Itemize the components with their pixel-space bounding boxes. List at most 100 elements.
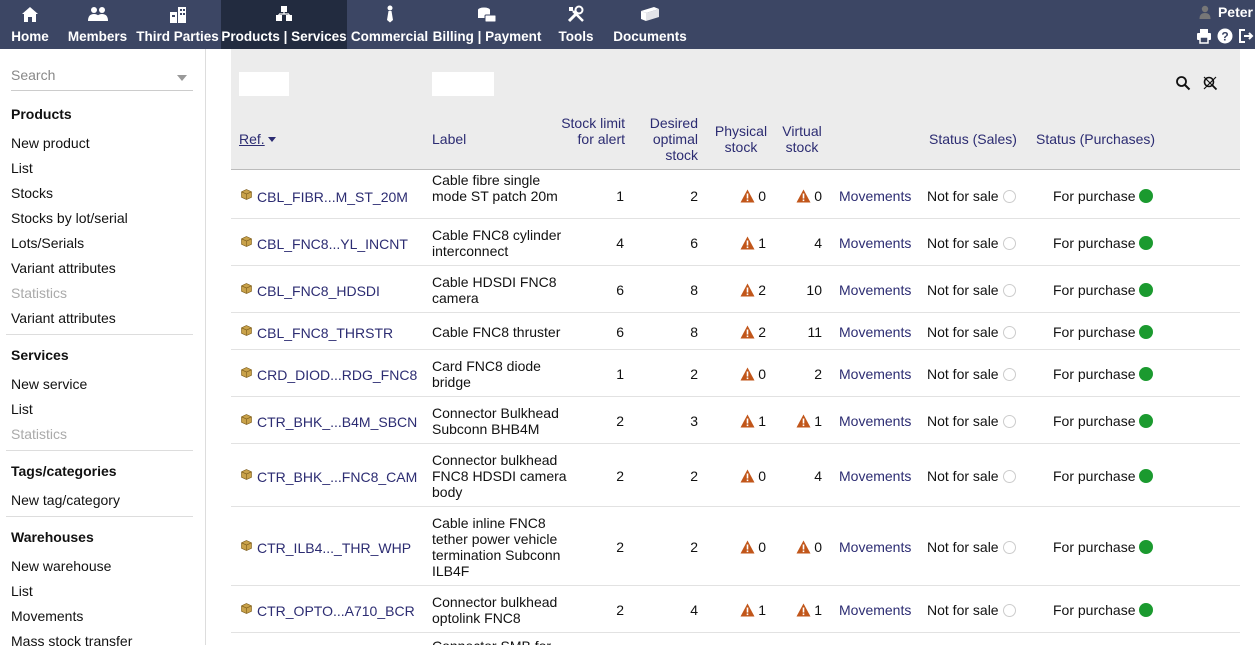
status-on-icon[interactable] <box>1139 366 1154 381</box>
status-on-icon[interactable] <box>1139 188 1154 203</box>
movements-link[interactable]: Movements <box>839 188 911 204</box>
movements-link[interactable]: Movements <box>839 235 911 251</box>
label-column-header[interactable]: Label <box>432 131 466 147</box>
menu-item-list[interactable]: List <box>11 160 33 176</box>
status-sales-text: Not for sale <box>927 365 999 382</box>
table-row: CBL_FIBR...M_ST_20M Cable fibre single mo… <box>231 172 1240 219</box>
movements-link[interactable]: Movements <box>839 282 911 298</box>
menu-item-stocks-by-lot-serial[interactable]: Stocks by lot/serial <box>11 210 128 226</box>
nav-item-tools[interactable]: Tools <box>542 0 610 49</box>
label-filter-input[interactable] <box>432 72 494 96</box>
product-ref-link[interactable]: CRD_DIOD...RDG_FNC8 <box>257 367 417 383</box>
menu-section-products[interactable]: Products <box>11 106 72 122</box>
product-ref-link[interactable]: CTR_OPTO...A710_BCR <box>257 603 415 619</box>
menu-section-tags-categories[interactable]: Tags/categories <box>11 463 117 479</box>
product-ref-link[interactable]: CBL_FNC8_THRSTR <box>257 325 393 341</box>
menu-section-services[interactable]: Services <box>11 347 69 363</box>
product-ref-link[interactable]: CTR_BHK_...FNC8_CAM <box>257 469 417 485</box>
product-cube-icon <box>241 467 252 480</box>
status-on-icon[interactable] <box>1139 468 1154 483</box>
clear-filter-icon[interactable] <box>1202 75 1218 91</box>
status-off-icon[interactable] <box>1002 603 1016 617</box>
menu-item-list[interactable]: List <box>11 401 33 417</box>
product-ref-link[interactable]: CBL_FNC8...YL_INCNT <box>257 236 408 252</box>
status-off-icon[interactable] <box>1002 469 1016 483</box>
warning-icon <box>740 325 755 342</box>
stock-limit-column-header[interactable]: Stock limit for alert <box>561 115 625 147</box>
nav-item-third-parties[interactable]: Third Parties <box>135 0 220 49</box>
menu-item-new-product[interactable]: New product <box>11 135 90 151</box>
physical-stock-column-header[interactable]: Physical stock <box>709 123 773 155</box>
menu-item-new-tag-category[interactable]: New tag/category <box>11 492 120 508</box>
nav-item-label: Commercial <box>350 29 429 44</box>
chevron-down-icon[interactable] <box>177 75 187 81</box>
status-off-icon[interactable] <box>1002 189 1016 203</box>
print-icon[interactable] <box>1196 28 1212 44</box>
status-on-icon[interactable] <box>1139 235 1154 250</box>
movements-link[interactable]: Movements <box>839 539 911 555</box>
virtual-stock-cell: 10 <box>766 282 822 298</box>
status-on-icon[interactable] <box>1139 413 1154 428</box>
product-ref-link[interactable]: CTR_BHK_...B4M_SBCN <box>257 414 417 430</box>
menu-item-lots-serials[interactable]: Lots/Serials <box>11 235 84 251</box>
menu-section-warehouses[interactable]: Warehouses <box>11 529 94 545</box>
sort-desc-icon[interactable] <box>267 137 276 142</box>
nav-item-documents[interactable]: Documents <box>610 0 690 49</box>
menu-item-variant-attributes[interactable]: Variant attributes <box>11 310 116 326</box>
table-row: CTR_BHK_...B4M_SBCN Connector Bulkhead Su… <box>231 397 1240 444</box>
physical-stock-cell: 1 <box>709 235 766 253</box>
menu-item-variant-attributes[interactable]: Variant attributes <box>11 260 116 276</box>
desired-stock-column-header[interactable]: Desired optimal stock <box>636 115 698 163</box>
status-off-icon[interactable] <box>1002 414 1016 428</box>
product-ref-link[interactable]: CBL_FNC8_HDSDI <box>257 283 380 299</box>
warning-icon <box>740 603 755 620</box>
status-on-icon[interactable] <box>1139 539 1154 554</box>
virtual-stock-value: 10 <box>806 281 822 298</box>
status-on-icon[interactable] <box>1139 602 1154 617</box>
search-icon[interactable] <box>1175 75 1191 91</box>
movements-link[interactable]: Movements <box>839 468 911 484</box>
status-off-icon[interactable] <box>1002 325 1016 339</box>
ref-header-label[interactable]: Ref. <box>239 131 265 147</box>
nav-item-products-services[interactable]: Products | Services <box>221 0 347 49</box>
status-off-icon[interactable] <box>1002 236 1016 250</box>
menu-item-movements[interactable]: Movements <box>11 608 83 624</box>
logout-icon[interactable] <box>1238 28 1254 44</box>
status-purchases-column-header[interactable]: Status (Purchases) <box>1036 131 1155 147</box>
virtual-stock-value: 0 <box>814 538 822 555</box>
warning-icon <box>740 540 755 557</box>
menu-item-new-service[interactable]: New service <box>11 376 87 392</box>
status-on-icon[interactable] <box>1139 324 1154 339</box>
menu-item-stocks[interactable]: Stocks <box>11 185 53 201</box>
movements-link[interactable]: Movements <box>839 413 911 429</box>
nav-item-members[interactable]: Members <box>60 0 135 49</box>
nav-item-billing-payment[interactable]: Billing | Payment <box>432 0 542 49</box>
menu-item-list[interactable]: List <box>11 583 33 599</box>
movements-link[interactable]: Movements <box>839 366 911 382</box>
help-icon[interactable]: ? <box>1217 28 1233 44</box>
nav-item-commercial[interactable]: Commercial <box>347 0 432 49</box>
table-row: CTR_OPTO...A710_BCR Connector bulkhead op… <box>231 586 1240 633</box>
product-ref-link[interactable]: CBL_FIBR...M_ST_20M <box>257 189 408 205</box>
menu-item-mass-stock-transfer[interactable]: Mass stock transfer <box>11 633 132 649</box>
nav-item-label: Tools <box>558 29 594 44</box>
search-select[interactable]: Search <box>11 67 193 91</box>
ref-column-header[interactable]: Ref. <box>239 131 276 147</box>
status-off-icon[interactable] <box>1002 283 1016 297</box>
movements-link[interactable]: Movements <box>839 602 911 618</box>
status-sales-column-header[interactable]: Status (Sales) <box>929 131 1017 147</box>
nav-item-home[interactable]: Home <box>0 0 60 49</box>
stock-limit-value: 2 <box>616 601 624 618</box>
product-label: Connector bulkhead FNC8 HDSDI camera bod… <box>432 451 567 500</box>
movements-link[interactable]: Movements <box>839 324 911 340</box>
virtual-stock-column-header[interactable]: Virtual stock <box>775 123 829 155</box>
ref-filter-input[interactable] <box>239 72 289 96</box>
status-off-icon[interactable] <box>1002 540 1016 554</box>
status-on-icon[interactable] <box>1139 282 1154 297</box>
menu-divider <box>6 334 193 335</box>
status-off-icon[interactable] <box>1002 367 1016 381</box>
product-ref-link[interactable]: CTR_ILB4..._THR_WHP <box>257 540 411 556</box>
menu-item-new-warehouse[interactable]: New warehouse <box>11 558 111 574</box>
status-purchases-cell: For purchase <box>1053 366 1154 382</box>
user-name[interactable]: Peter <box>1218 4 1253 20</box>
